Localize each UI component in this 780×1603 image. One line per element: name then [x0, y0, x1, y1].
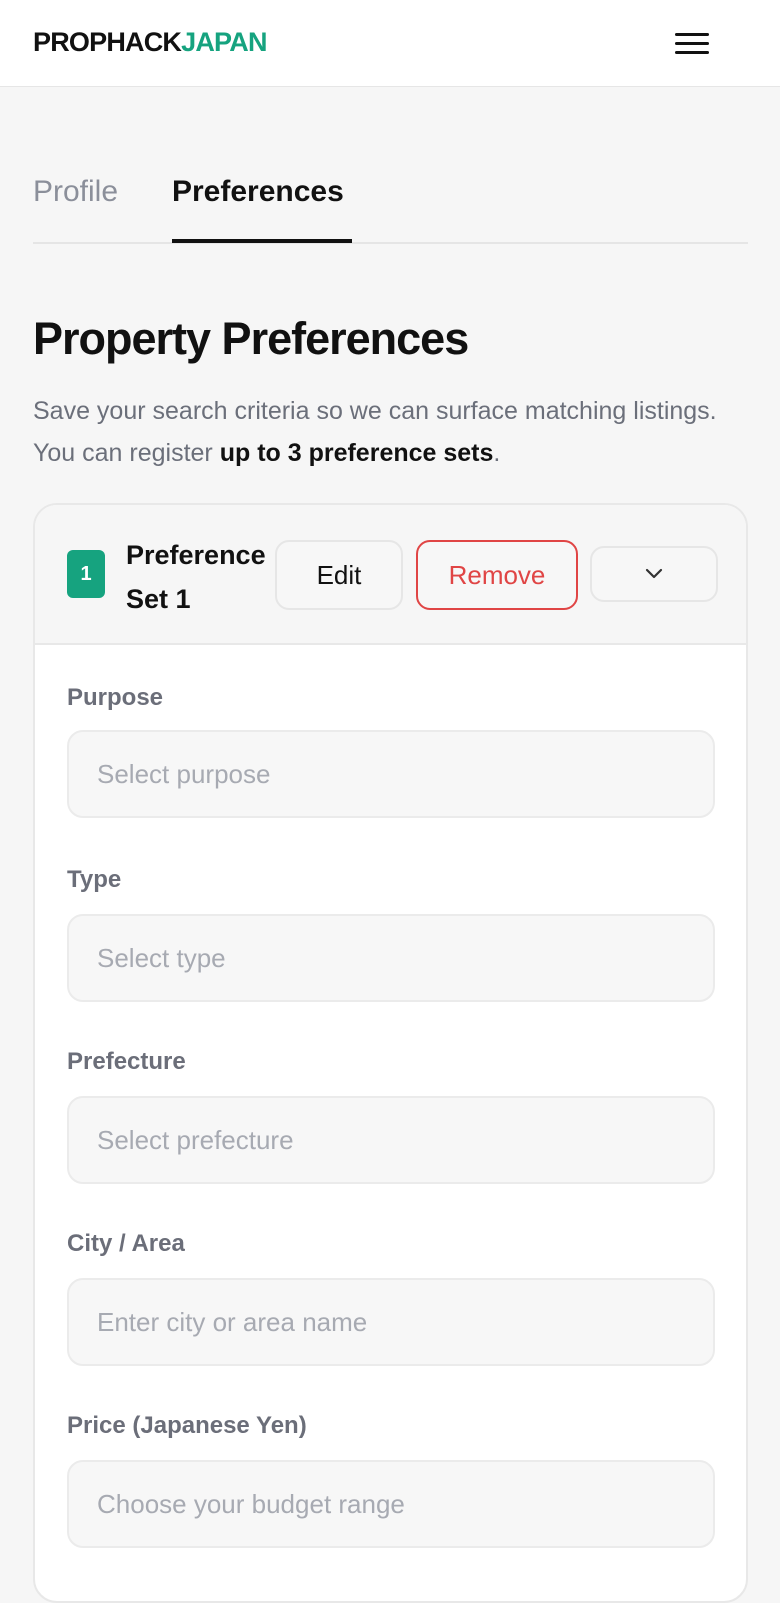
field-label-type: Type: [67, 866, 122, 893]
city-area-placeholder: Enter city or area name: [97, 1306, 368, 1337]
field-label-price: Price (Japanese Yen): [67, 1412, 307, 1439]
settings-tabs: Profile Preferences: [33, 160, 748, 244]
price-range-placeholder: Choose your budget range: [97, 1488, 405, 1519]
intro-bold: up to 3 preference sets: [219, 439, 494, 467]
tab-preferences[interactable]: Preferences: [172, 174, 344, 210]
edit-button[interactable]: Edit: [275, 540, 403, 610]
intro-end: .: [493, 439, 501, 467]
purpose-select[interactable]: Select purpose: [67, 730, 715, 818]
preference-set-card: 1 Preference Set 1 Edit Remove Purpose S…: [33, 503, 748, 1603]
preference-set-header: 1 Preference Set 1 Edit Remove: [35, 505, 746, 645]
set-number-badge: 1: [67, 550, 105, 598]
collapse-toggle-button[interactable]: [590, 546, 718, 602]
brand-logo[interactable]: PROPHACKJAPAN: [33, 27, 267, 57]
set-title: Preference Set 1: [126, 540, 266, 614]
field-label-prefecture: Prefecture: [67, 1048, 186, 1075]
prefecture-select[interactable]: Select prefecture: [67, 1096, 715, 1184]
prefecture-placeholder: Select prefecture: [97, 1124, 294, 1155]
logo-text-prophack: PROPHACK: [33, 27, 182, 57]
type-select[interactable]: Select type: [67, 914, 715, 1002]
page-intro: Save your search criteria so we can surf…: [33, 390, 748, 474]
type-placeholder: Select type: [97, 942, 226, 973]
page-title: Property Preferences: [33, 313, 469, 364]
app-header: PROPHACKJAPAN: [0, 0, 780, 87]
purpose-placeholder: Select purpose: [97, 758, 271, 789]
chevron-down-icon: [645, 568, 663, 579]
hamburger-menu-icon[interactable]: [664, 22, 720, 66]
price-range-select[interactable]: Choose your budget range: [67, 1460, 715, 1548]
active-tab-indicator: [172, 239, 352, 243]
remove-button[interactable]: Remove: [416, 540, 578, 610]
field-label-purpose: Purpose: [67, 684, 164, 711]
logo-text-japan: JAPAN: [181, 27, 267, 57]
tab-profile[interactable]: Profile: [33, 174, 118, 210]
city-area-input[interactable]: Enter city or area name: [67, 1278, 715, 1366]
field-label-city-area: City / Area: [67, 1230, 185, 1257]
